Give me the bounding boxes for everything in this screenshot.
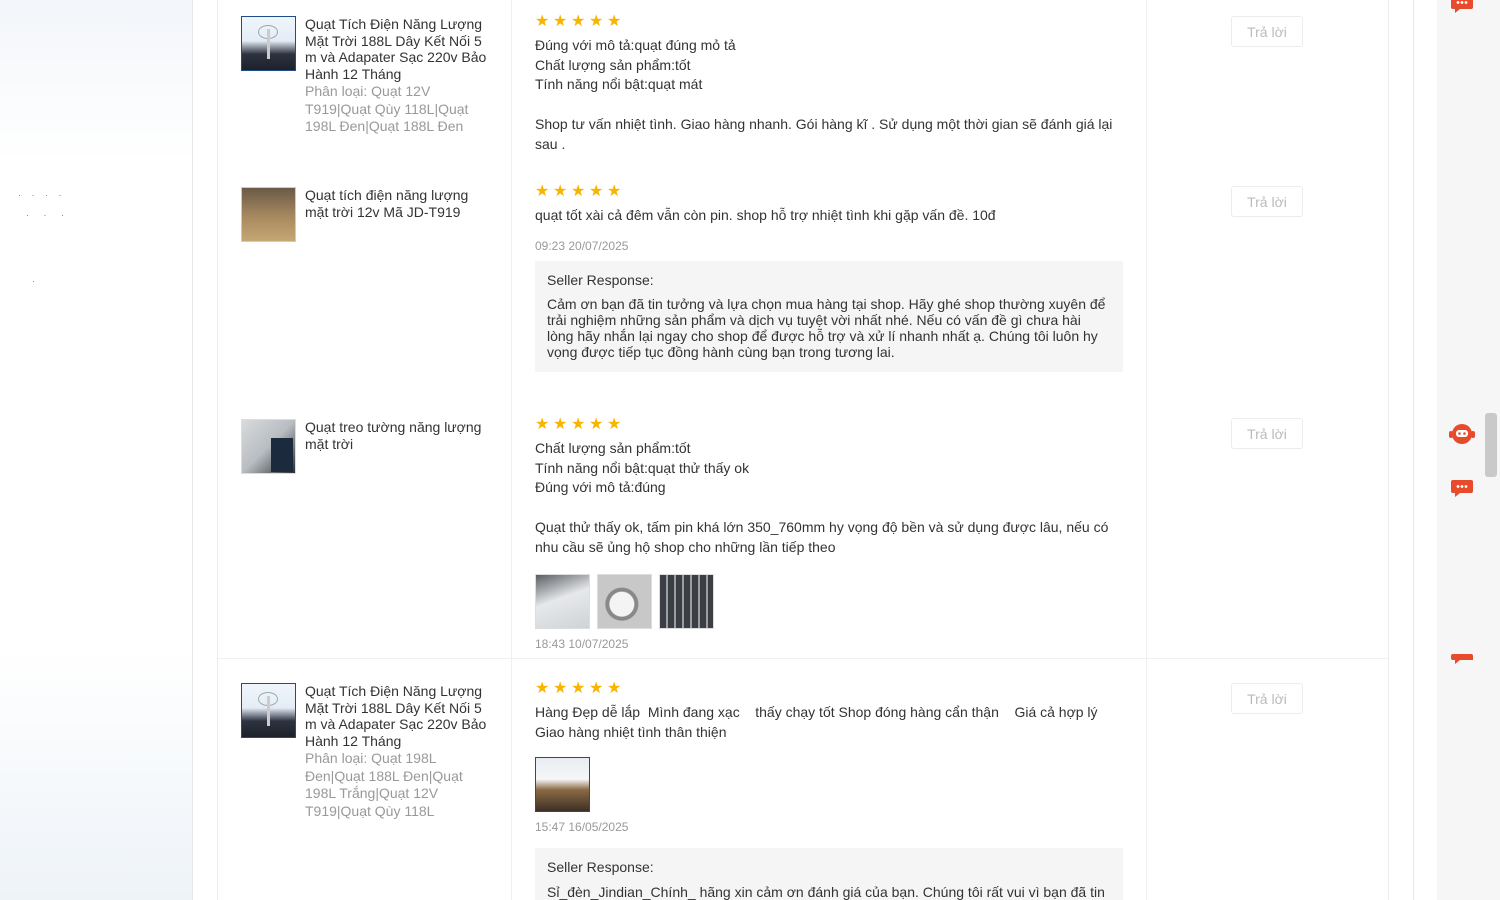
review-attribute: Chất lượng sản phẩm:tốt [535, 56, 691, 73]
star-icon: ★ [535, 13, 550, 30]
review-attribute: Chất lượng sản phẩm:tốt [535, 440, 691, 456]
star-icon: ★ [571, 680, 586, 697]
row-divider [218, 658, 1388, 659]
review-attribute: Đúng với mô tả:đúng [535, 479, 666, 496]
star-icon: ★ [589, 183, 604, 200]
review-item: Quạt Tích Điện Năng Lượng Mặt Trời 188L … [218, 0, 1388, 170]
rating-stars: ★ ★ ★ ★ ★ [535, 13, 1123, 31]
star-icon: ★ [571, 183, 586, 200]
star-icon: ★ [535, 416, 550, 433]
review-images [535, 574, 1123, 630]
star-icon: ★ [589, 13, 604, 30]
review-photo[interactable] [535, 574, 590, 630]
rating-stars: ★ ★ ★ ★ ★ [535, 416, 1123, 434]
robot-support-icon[interactable] [1448, 422, 1476, 446]
decorative-dots: · · · · [18, 190, 66, 200]
product-name-text: Quạt Tích Điện Năng Lượng Mặt Trời 188L … [305, 16, 487, 82]
left-background: · · · · · · · · [0, 0, 192, 900]
review-comment: Shop tư vấn nhiệt tình. Giao hàng nhanh.… [535, 115, 1113, 152]
star-icon: ★ [553, 416, 568, 433]
left-fade-panel [0, 170, 172, 657]
seller-response: Seller Response: Sỉ_đèn_Jindian_Chính_ h… [535, 848, 1123, 900]
product-name[interactable]: Quạt tích điện năng lượng mặt trời 12v M… [305, 187, 490, 220]
review-time: 15:47 16/05/2025 [535, 820, 629, 835]
review-photo[interactable] [597, 574, 652, 630]
review-time: 18:43 10/07/2025 [535, 637, 629, 652]
review-content: ★ ★ ★ ★ ★ Đúng với mô tả:quạt đúng mỏ tả Chấ… [535, 13, 1123, 154]
decorative-dots: · [32, 276, 35, 286]
review-comment: quạt tốt xài cả đêm vẫn còn pin. shop hỗ… [535, 207, 996, 223]
reply-button[interactable]: Trả lời [1231, 186, 1303, 217]
product-variant: Phân loại: Quạt 12V T919|Quạt Qùy 118L|Q… [305, 83, 469, 134]
chat-icon[interactable] [1450, 0, 1474, 14]
star-icon: ★ [607, 13, 622, 30]
chat-icon[interactable] [1450, 650, 1474, 666]
reply-button[interactable]: Trả lời [1231, 683, 1303, 714]
review-photo[interactable] [659, 574, 714, 630]
star-icon: ★ [553, 183, 568, 200]
star-icon: ★ [553, 13, 568, 30]
reply-button[interactable]: Trả lời [1231, 418, 1303, 449]
star-icon: ★ [589, 416, 604, 433]
scrollbar-thumb[interactable] [1485, 413, 1497, 477]
content-rail [1413, 0, 1437, 900]
chat-icon[interactable] [1450, 478, 1474, 498]
product-thumbnail[interactable] [241, 16, 296, 71]
product-thumbnail[interactable] [241, 419, 296, 474]
product-name[interactable]: Quạt treo tường năng lượng mặt trời [305, 419, 490, 452]
review-content: ★ ★ ★ ★ ★ quạt tốt xài cả đêm vẫn còn pin. s… [535, 183, 1123, 373]
product-name-text: Quạt Tích Điện Năng Lượng Mặt Trời 188L … [305, 683, 487, 749]
review-comment: Hàng Đẹp dễ lắp Mình đang xạc thấy chạy … [535, 704, 1102, 740]
rating-stars: ★ ★ ★ ★ ★ [535, 183, 1123, 201]
rating-stars: ★ ★ ★ ★ ★ [535, 680, 1123, 698]
star-icon: ★ [535, 183, 550, 200]
product-thumbnail[interactable] [241, 187, 296, 242]
star-icon: ★ [607, 183, 622, 200]
review-content: ★ ★ ★ ★ ★ Chất lượng sản phẩm:tốt Tính năng … [535, 416, 1123, 652]
star-icon: ★ [571, 13, 586, 30]
review-item: Quạt Tích Điện Năng Lượng Mặt Trời 188L … [218, 660, 1388, 900]
review-item: Quạt tích điện năng lượng mặt trời 12v M… [218, 170, 1388, 398]
product-variant: Phân loại: Quạt 198L Đen|Quạt 188L Đen|Q… [305, 750, 463, 819]
star-icon: ★ [553, 680, 568, 697]
review-attribute: Đúng với mô tả:quạt đúng mỏ tả [535, 37, 736, 53]
review-item: Quạt treo tường năng lượng mặt trời ★ ★ ★ ★… [218, 398, 1388, 660]
seller-response-title: Seller Response: [547, 271, 654, 288]
review-attribute: Tính năng nổi bật:quạt thử thấy ok [535, 459, 750, 476]
page-border [192, 0, 193, 900]
star-icon: ★ [607, 416, 622, 433]
review-attribute: Tính năng nổi bật:quạt mát [535, 76, 703, 93]
seller-response: Seller Response: Cảm ơn bạn đã tin tưởng… [535, 260, 1123, 373]
review-images [535, 757, 1123, 813]
star-icon: ★ [571, 416, 586, 433]
review-content: ★ ★ ★ ★ ★ Hàng Đẹp dễ lắp Mình đang xạc thấy… [535, 680, 1123, 900]
product-thumbnail[interactable] [241, 683, 296, 738]
review-comment: Quạt thử thấy ok, tấm pin khá lớn 350_76… [535, 518, 1109, 555]
star-icon: ★ [607, 680, 622, 697]
seller-response-text: Cảm ơn bạn đã tin tưởng và lựa chọn mua … [547, 296, 1106, 360]
product-name[interactable]: Quạt Tích Điện Năng Lượng Mặt Trời 188L … [305, 683, 490, 820]
seller-response-title: Seller Response: [547, 859, 654, 876]
product-name[interactable]: Quạt Tích Điện Năng Lượng Mặt Trời 188L … [305, 16, 490, 136]
star-icon: ★ [535, 680, 550, 697]
seller-response-text: Sỉ_đèn_Jindian_Chính_ hãng xin cảm ơn đá… [547, 884, 1105, 900]
decorative-dots: · · · [26, 210, 70, 220]
star-icon: ★ [589, 680, 604, 697]
review-time: 09:23 20/07/2025 [535, 238, 629, 253]
review-photo[interactable] [535, 757, 590, 813]
reply-button[interactable]: Trả lời [1231, 16, 1303, 47]
